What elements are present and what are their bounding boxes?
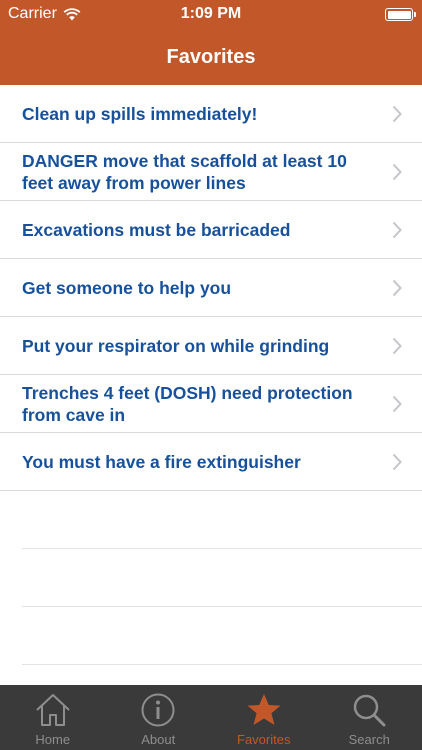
chevron-right-icon <box>392 221 402 238</box>
favorite-row[interactable]: Put your respirator on while grinding <box>0 317 422 375</box>
favorite-row[interactable]: Trenches 4 feet (DOSH) need protection f… <box>0 375 422 433</box>
empty-row <box>22 549 422 607</box>
info-icon <box>141 693 175 727</box>
favorite-text: Put your respirator on while grinding <box>22 335 330 356</box>
favorite-text: Clean up spills immediately! <box>22 103 258 124</box>
empty-row <box>22 607 422 665</box>
tab-label: About <box>141 732 176 747</box>
star-icon <box>247 694 281 725</box>
tab-home[interactable]: Home <box>0 685 106 750</box>
house-icon <box>36 694 70 726</box>
favorite-text: You must have a fire extinguisher <box>22 451 301 472</box>
chevron-right-icon <box>392 337 402 354</box>
tab-label: Search <box>348 732 390 747</box>
navigation-bar: Favorites <box>0 30 422 85</box>
favorite-text: Trenches 4 feet (DOSH) need protection f… <box>22 382 353 425</box>
tab-label: Favorites <box>237 732 291 747</box>
favorite-text: DANGER move that scaffold at least 10 fe… <box>22 150 347 193</box>
favorites-list: Clean up spills immediately! DANGER move… <box>0 85 422 685</box>
tab-label: Home <box>35 732 71 747</box>
tab-search[interactable]: Search <box>317 685 422 750</box>
chevron-right-icon <box>392 395 402 412</box>
page-title: Favorites <box>166 46 256 68</box>
favorite-row[interactable]: Get someone to help you <box>0 259 422 317</box>
favorite-text: Get someone to help you <box>22 277 232 298</box>
tab-favorites[interactable]: Favorites <box>211 685 317 750</box>
status-time: 1:09 PM <box>180 5 242 22</box>
favorite-text: Excavations must be barricaded <box>22 219 291 240</box>
battery-icon <box>385 8 416 21</box>
tab-about[interactable]: About <box>106 685 212 750</box>
chevron-right-icon <box>392 105 402 122</box>
favorite-row[interactable]: DANGER move that scaffold at least 10 fe… <box>0 143 422 201</box>
chevron-right-icon <box>392 453 402 470</box>
status-bar: Carrier 1:09 PM <box>0 0 422 30</box>
tab-bar: Home About Favorites Search <box>0 685 422 750</box>
favorite-row[interactable]: You must have a fire extinguisher <box>0 433 422 491</box>
favorite-row[interactable]: Excavations must be barricaded <box>0 201 422 259</box>
chevron-right-icon <box>392 279 402 296</box>
chevron-right-icon <box>392 163 402 180</box>
empty-row <box>22 491 422 549</box>
favorite-row[interactable]: Clean up spills immediately! <box>0 85 422 143</box>
magnifier-icon <box>354 694 386 727</box>
